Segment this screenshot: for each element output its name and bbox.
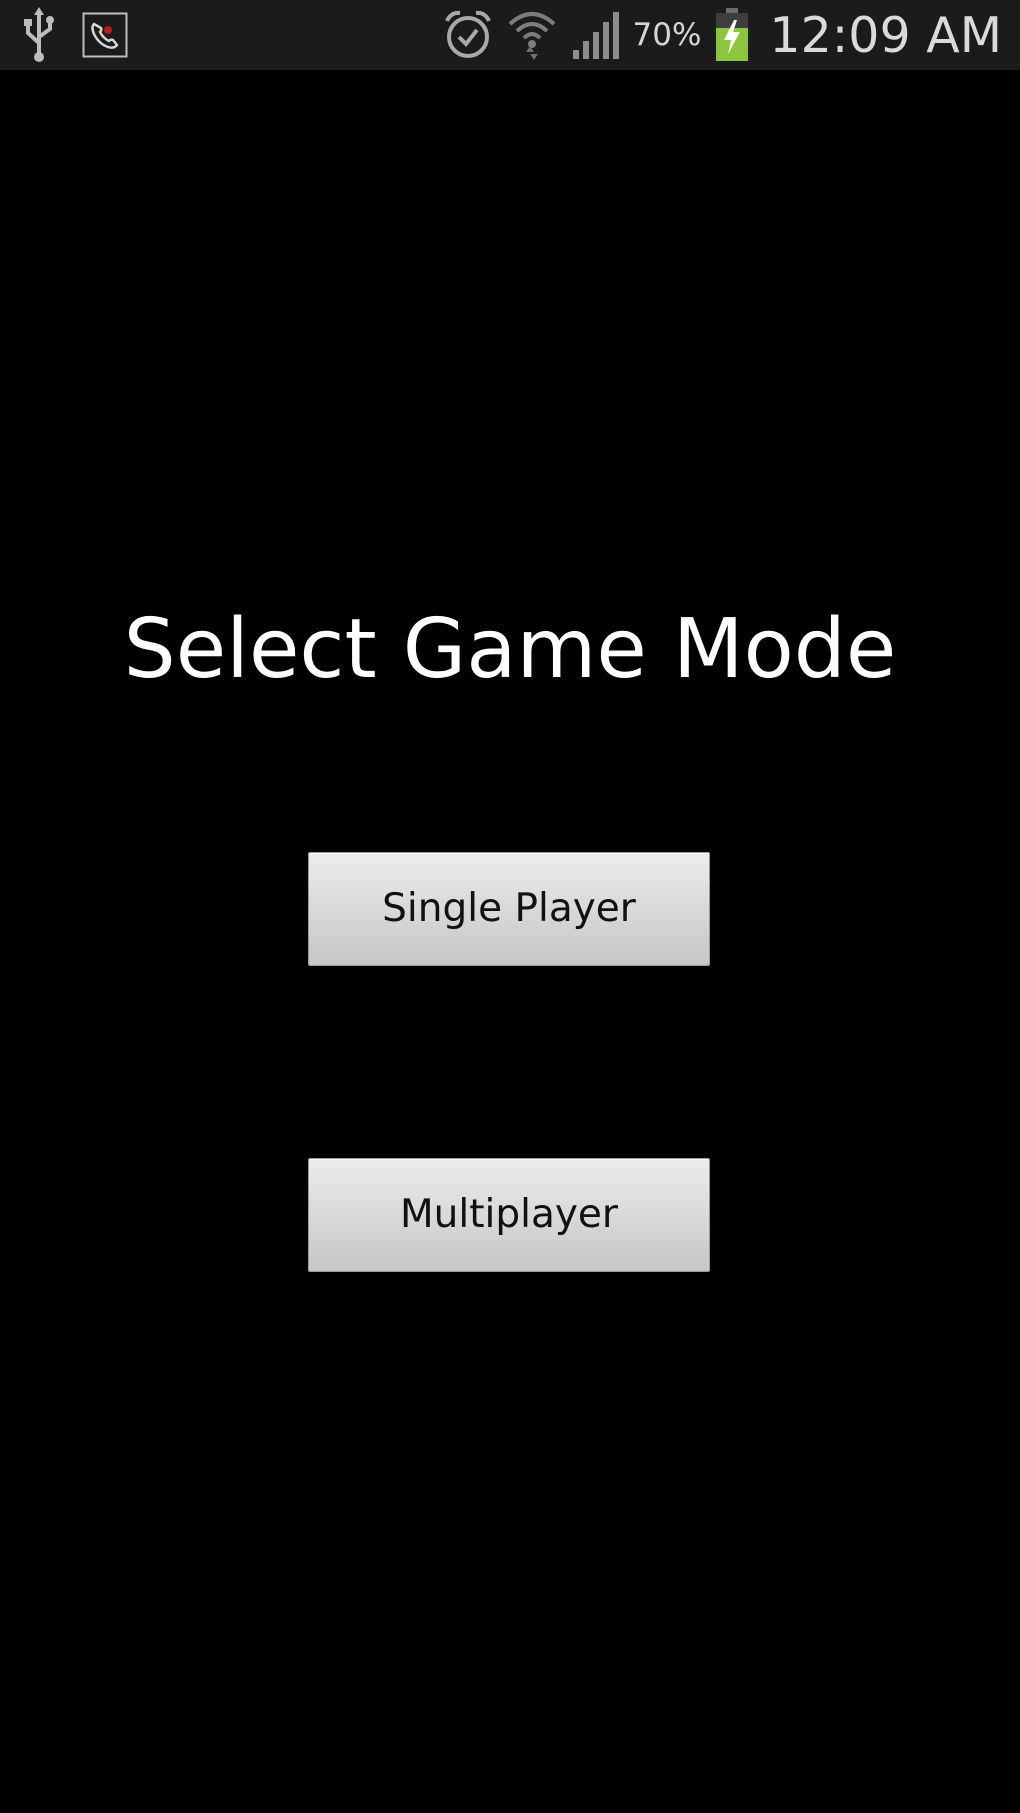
screen: 70% 12:09 AM Select Game Mode Single Pla…: [0, 0, 1020, 1813]
multiplayer-button[interactable]: Multiplayer: [308, 1158, 710, 1272]
alarm-icon: [444, 10, 491, 58]
status-bar-right: 70% 12:09 AM: [443, 4, 1002, 66]
call-notification-icon: [82, 12, 128, 58]
wifi-icon: [508, 12, 555, 60]
usb-icon: [24, 7, 54, 62]
battery-charging-icon: [716, 8, 749, 61]
single-player-button[interactable]: Single Player: [308, 852, 710, 966]
signal-icon: [572, 12, 619, 59]
status-bar: 70% 12:09 AM: [0, 0, 1020, 70]
status-bar-left: [22, 6, 128, 64]
clock: 12:09 AM: [769, 6, 1002, 64]
page-title: Select Game Mode: [123, 602, 897, 697]
battery-percent: 70%: [632, 17, 702, 53]
